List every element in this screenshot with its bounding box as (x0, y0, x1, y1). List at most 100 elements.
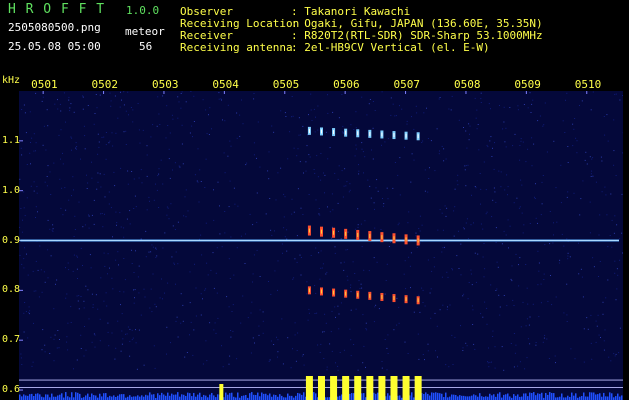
y-tick-label: 1.0 (2, 184, 21, 196)
level-bar (111, 396, 113, 400)
meteor-echo-core (369, 234, 371, 239)
level-bar (197, 394, 199, 400)
level-bar (289, 395, 291, 400)
level-bar (561, 393, 563, 400)
level-bar (183, 394, 185, 400)
level-bar (567, 395, 569, 400)
level-bar (25, 395, 27, 400)
level-bar (227, 394, 229, 400)
level-bar (29, 394, 31, 400)
level-bar (193, 392, 195, 400)
level-bar (299, 393, 301, 400)
level-bar (117, 395, 119, 400)
level-bar (145, 394, 147, 400)
level-bar (349, 393, 351, 400)
level-bar (253, 394, 255, 400)
level-bar (551, 392, 553, 400)
level-bar (427, 393, 429, 400)
y-tick-label: 0.8 (2, 284, 21, 296)
meteor-echo-core (393, 296, 395, 301)
level-bar-peak (402, 376, 410, 400)
level-bar (583, 392, 585, 400)
app-name: H R O F F T (8, 2, 106, 17)
level-bar (445, 392, 447, 400)
level-bar (521, 396, 523, 400)
level-bar (109, 395, 111, 400)
level-bar (51, 393, 53, 400)
level-bar (337, 396, 339, 400)
level-bar (91, 393, 93, 400)
meteor-echo-core (345, 291, 347, 296)
level-bar (261, 392, 263, 400)
level-bar (211, 392, 213, 400)
level-bar (149, 392, 151, 400)
level-bar (291, 395, 293, 400)
meteor-echo-core (345, 231, 347, 236)
app-version: 1.0.0 (126, 4, 160, 17)
x-tick-label: 0509 (514, 78, 541, 91)
meteor-echo-core (321, 129, 322, 134)
level-bar (167, 392, 169, 400)
level-bar (139, 396, 141, 400)
level-bar (571, 392, 573, 400)
level-bar-peak (390, 376, 398, 400)
y-tick-label: 0.9 (2, 234, 21, 246)
level-bar (147, 395, 149, 400)
level-bar (489, 393, 491, 400)
antenna-value: : 2el-HB9CV Vertical (el. E-W) (291, 41, 490, 54)
level-bar (103, 393, 105, 400)
level-bar (387, 393, 389, 400)
x-tick-label: 0510 (574, 78, 602, 91)
x-tick-label: 0507 (393, 78, 421, 91)
level-bar (65, 392, 67, 400)
level-bar (203, 394, 205, 400)
level-bar (469, 396, 471, 400)
level-bar (129, 395, 131, 400)
level-bar (257, 392, 259, 400)
detection-mode: meteor (125, 25, 165, 38)
level-bar (191, 396, 193, 400)
level-bar (185, 395, 187, 400)
level-bar (119, 394, 121, 400)
level-bar (439, 393, 441, 400)
level-bar (553, 393, 555, 400)
level-bar (481, 396, 483, 400)
level-bar (605, 396, 607, 400)
spectrogram-plot (19, 91, 623, 400)
spectrogram-svg (19, 91, 623, 400)
level-bar (57, 395, 59, 400)
y-axis-unit: kHz (2, 75, 21, 86)
level-bar (455, 395, 457, 400)
level-bar (473, 394, 475, 400)
level-bar (459, 395, 461, 400)
level-bar (585, 396, 587, 400)
level-bar (47, 394, 49, 400)
level-bar (225, 392, 227, 400)
level-bar (453, 394, 455, 400)
level-bar (159, 395, 161, 400)
level-bar-peak (366, 376, 374, 400)
level-bar (23, 394, 25, 400)
level-bar (187, 392, 189, 400)
level-bar (587, 396, 589, 400)
level-bar (269, 393, 271, 400)
level-bar (37, 393, 39, 400)
level-bar (137, 395, 139, 400)
level-bar (295, 395, 297, 400)
meteor-echo-core (405, 297, 407, 302)
level-bar (463, 395, 465, 400)
meteor-echo-core (357, 292, 359, 297)
level-bar (251, 392, 253, 400)
image-filename: 2505080500.png (8, 21, 101, 34)
level-bar (229, 393, 231, 400)
level-bar (279, 394, 281, 400)
level-bar (31, 393, 33, 400)
level-bar (523, 393, 525, 400)
level-bar (275, 395, 277, 400)
level-bar-peak (378, 376, 386, 400)
meteor-echo-core (393, 133, 395, 138)
level-bar (599, 393, 601, 400)
level-bar (315, 393, 317, 400)
level-bar (255, 394, 257, 400)
level-bar-peak (330, 376, 338, 400)
